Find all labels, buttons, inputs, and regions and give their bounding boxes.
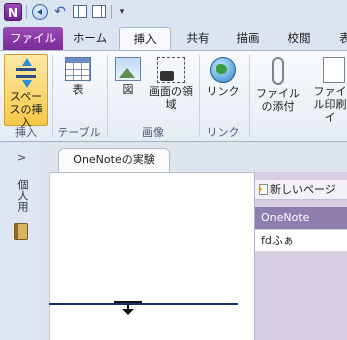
dock-button[interactable] [71, 3, 89, 21]
new-page-label: 新しいページ [270, 183, 336, 196]
page-list-item[interactable]: OneNote [255, 207, 347, 229]
ribbon-separator [249, 55, 250, 137]
attach-file-label: ファイルの添付 [256, 87, 300, 113]
notebook-icon[interactable] [14, 223, 28, 240]
ribbon: スペースの挿入 挿入 表 テーブル 図 画面の領域 画像 リンク リンク ファイ… [0, 50, 347, 142]
screen-clipping-icon [157, 57, 185, 83]
back-icon [32, 4, 48, 20]
screen-clipping-button[interactable]: 画面の領域 [148, 54, 194, 126]
insert-space-button[interactable]: スペースの挿入 [4, 54, 48, 129]
page-list-pane: 新しいページ OneNote fdふぁ [254, 172, 347, 340]
quick-access-toolbar: N ↶ ▾ [0, 0, 347, 24]
picture-button[interactable]: 図 [112, 54, 144, 126]
tab-review[interactable]: 校閲 [276, 27, 322, 50]
new-page-icon [257, 180, 268, 200]
page-canvas[interactable] [49, 172, 254, 340]
dock-icon [73, 5, 87, 18]
qat-separator [26, 5, 27, 19]
ribbon-separator [52, 55, 53, 137]
file-printout-label: ファイル印刷イ [313, 85, 347, 124]
table-label: 表 [72, 83, 84, 96]
tab-draw[interactable]: 描画 [226, 27, 270, 50]
group-label-links: リンク [206, 126, 240, 139]
picture-label: 図 [122, 83, 134, 96]
dropdown-arrow-icon: ▾ [119, 7, 125, 17]
full-page-view-button[interactable] [90, 3, 108, 21]
notebook-name[interactable]: 個人用 [14, 179, 30, 212]
insert-space-guide-line [49, 303, 238, 305]
expand-navigation-button[interactable]: > [17, 151, 26, 164]
notebook-navigation-bar: > 個人用 [0, 143, 45, 340]
new-page-button[interactable]: 新しいページ [255, 180, 347, 200]
undo-button[interactable]: ↶ [51, 3, 69, 21]
page-list-item[interactable]: fdふぁ [255, 230, 347, 252]
group-label-tables: テーブル [57, 126, 101, 139]
ribbon-tabs: ファイル ホーム 挿入 共有 描画 校閲 表 [0, 24, 347, 51]
attach-file-button[interactable]: ファイルの添付 [253, 54, 303, 126]
qat-separator [111, 5, 112, 19]
file-printout-button[interactable]: ファイル印刷イ [310, 54, 347, 126]
tab-file[interactable]: ファイル [3, 27, 63, 50]
picture-icon [115, 57, 141, 81]
insert-space-icon [13, 58, 39, 88]
section-tab[interactable]: OneNoteの実験 [58, 148, 170, 172]
table-icon [65, 57, 91, 81]
full-page-icon [92, 5, 106, 18]
link-label: リンク [206, 85, 240, 98]
tab-share[interactable]: 共有 [176, 27, 220, 50]
group-label-images: 画像 [142, 126, 164, 139]
back-button[interactable] [31, 3, 49, 21]
paperclip-icon [272, 57, 284, 85]
ribbon-separator [107, 55, 108, 137]
cursor-arrow-icon [122, 309, 134, 315]
table-button[interactable]: 表 [58, 54, 98, 126]
undo-icon: ↶ [54, 4, 66, 20]
customize-qat-button[interactable]: ▾ [116, 3, 134, 21]
globe-link-icon [210, 57, 236, 83]
link-button[interactable]: リンク [203, 54, 243, 126]
tab-insert[interactable]: 挿入 [119, 27, 171, 51]
printout-icon [323, 57, 345, 83]
insert-space-cursor [114, 301, 142, 303]
onenote-app-icon[interactable]: N [4, 3, 22, 21]
group-label-insert: 挿入 [15, 126, 37, 139]
tab-home[interactable]: ホーム [68, 27, 112, 50]
tab-view[interactable]: 表 [330, 27, 347, 50]
screen-clipping-label: 画面の領域 [149, 85, 193, 111]
